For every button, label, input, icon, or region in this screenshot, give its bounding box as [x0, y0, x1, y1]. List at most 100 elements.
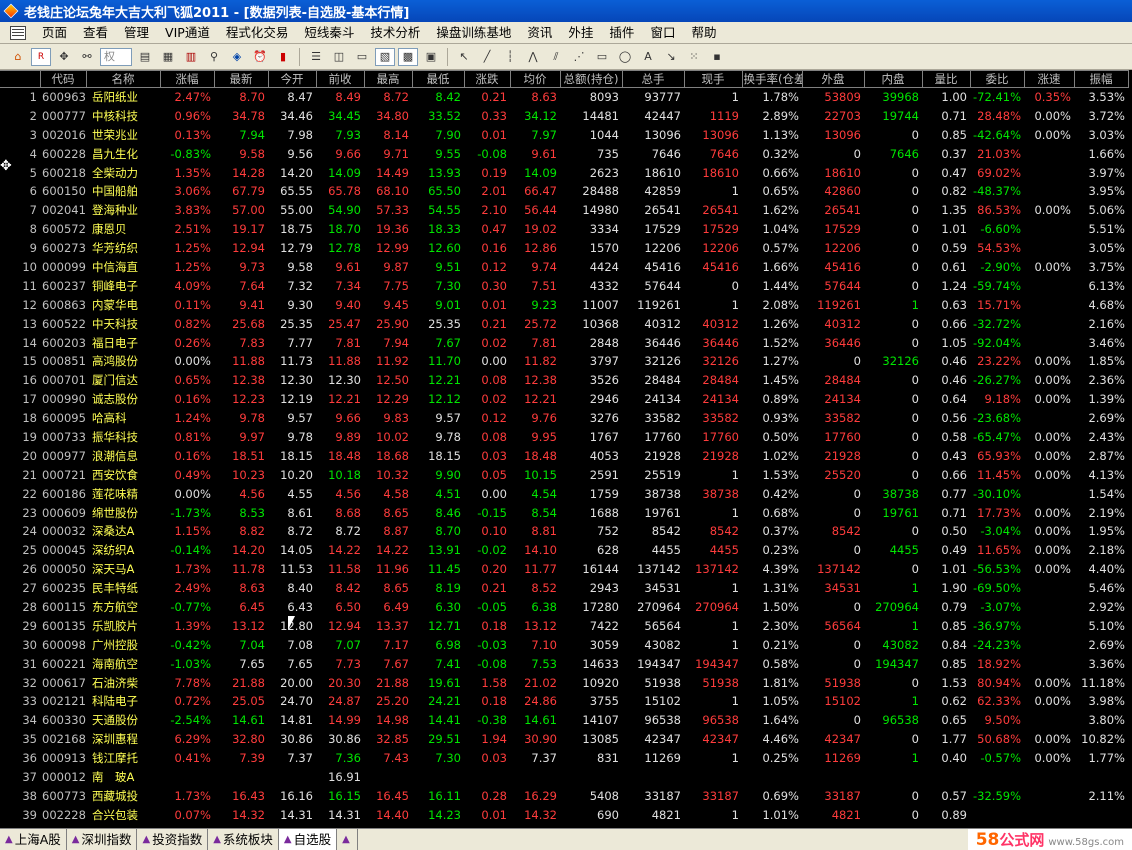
- ellipse-icon[interactable]: ◯: [615, 48, 635, 66]
- table-row[interactable]: 4 600228 昌九生化 -0.83% 9.58 9.56 9.66 9.71 9.55 -0.…: [0, 144, 1128, 163]
- table-row[interactable]: 17 000990 诚志股份 0.16% 12.23 12.19 12.21 12.29 12.…: [0, 390, 1128, 409]
- table-row[interactable]: 3 002016 世荣兆业 0.13% 7.94 7.98 7.93 8.14 7.90 0.01…: [0, 125, 1128, 144]
- grid-icon[interactable]: ▦: [158, 48, 178, 66]
- menu-page[interactable]: 页面: [34, 23, 75, 43]
- table-row[interactable]: 21 000721 西安饮食 0.49% 10.23 10.20 10.18 10.32 9.9…: [0, 465, 1128, 484]
- table-row[interactable]: 20 000977 浪潮信息 0.16% 18.51 18.15 18.48 18.68 18.…: [0, 446, 1128, 465]
- table-row[interactable]: 31 600221 海南航空 -1.03% 7.65 7.65 7.73 7.67 7.41 -0…: [0, 654, 1128, 673]
- save-icon[interactable]: ▪: [707, 48, 727, 66]
- table-row[interactable]: 38 600773 西藏城投 1.73% 16.43 16.16 16.15 16.45 16.…: [0, 786, 1128, 805]
- table-row[interactable]: 10 000099 中信海直 1.25% 9.73 9.58 9.61 9.87 9.51 0.1…: [0, 258, 1128, 277]
- right-combo[interactable]: 权: [100, 47, 132, 66]
- col-code[interactable]: 代码: [40, 70, 87, 88]
- table-row[interactable]: 30 600098 广州控股 -0.42% 7.04 7.08 7.07 7.17 6.98 -0…: [0, 635, 1128, 654]
- line-draw-icon[interactable]: ╱: [477, 48, 497, 66]
- col-open[interactable]: 今开: [268, 70, 317, 88]
- table-row[interactable]: 24 000032 深桑达A 1.15% 8.82 8.72 8.72 8.87 8.70 0.1…: [0, 522, 1128, 541]
- col-amplitude[interactable]: 振幅: [1074, 70, 1129, 88]
- parallel-icon[interactable]: ⋰: [569, 48, 589, 66]
- table-row[interactable]: 6 600150 中国船舶 3.06% 67.79 65.55 65.78 68.10 65.5…: [0, 182, 1128, 201]
- table-row[interactable]: 27 600235 民丰特纸 2.49% 8.63 8.40 8.42 8.65 8.19 0.2…: [0, 579, 1128, 598]
- menu-view[interactable]: 查看: [75, 23, 116, 43]
- tab-more[interactable]: ▲: [337, 829, 358, 850]
- table-icon[interactable]: ▩: [398, 47, 418, 66]
- book-icon[interactable]: ▥: [181, 48, 201, 66]
- col-vol-ratio[interactable]: 量比: [922, 70, 971, 88]
- dotted-grid-icon[interactable]: ⁙: [684, 48, 704, 66]
- col-high[interactable]: 最高: [364, 70, 413, 88]
- kline-icon[interactable]: ▧: [375, 47, 395, 66]
- col-change[interactable]: 涨跌: [464, 70, 511, 88]
- col-prev-close[interactable]: 前收: [316, 70, 365, 88]
- col-cur-volume[interactable]: 现手: [684, 70, 743, 88]
- crosshair-icon[interactable]: ✥: [54, 48, 74, 66]
- menu-manage[interactable]: 管理: [116, 23, 157, 43]
- rectangle-icon[interactable]: ▭: [592, 48, 612, 66]
- list-icon[interactable]: ☰: [306, 48, 326, 66]
- col-amount[interactable]: 总额(持仓): [560, 70, 623, 88]
- table-row[interactable]: 26 000050 深天马A 1.73% 11.78 11.53 11.58 11.96 11.…: [0, 560, 1128, 579]
- menu-short-term[interactable]: 短线秦斗: [296, 23, 362, 43]
- table-row[interactable]: 2 000777 中核科技 0.96% 34.78 34.46 34.45 34.80 33.5…: [0, 106, 1128, 125]
- table-row[interactable]: 7 002041 登海种业 3.83% 57.00 55.00 54.90 57.33 54.5…: [0, 201, 1128, 220]
- tab-system-sector[interactable]: ▲ 系统板块: [208, 829, 279, 850]
- menu-training[interactable]: 操盘训练基地: [428, 23, 519, 43]
- col-last[interactable]: 最新: [214, 70, 269, 88]
- table-row[interactable]: 37 000012 南 玻A 16.91: [0, 768, 1128, 787]
- tab-shenzhen-index[interactable]: ▲ 深圳指数: [67, 829, 138, 850]
- table-row[interactable]: 39 002228 合兴包装 0.07% 14.32 14.31 14.31 14.40 14.…: [0, 805, 1128, 824]
- table-row[interactable]: 32 000617 石油济柴 7.78% 21.88 20.00 20.30 21.88 19.…: [0, 673, 1128, 692]
- menu-addons[interactable]: 外挂: [560, 23, 601, 43]
- search-icon[interactable]: ⚲: [204, 48, 224, 66]
- menu-plugins[interactable]: 插件: [601, 23, 642, 43]
- mini-chart-icon[interactable]: ▣: [421, 48, 441, 66]
- bars-icon[interactable]: ▮: [273, 48, 293, 66]
- menu-help[interactable]: 帮助: [683, 23, 724, 43]
- col-name[interactable]: 名称: [86, 70, 161, 88]
- shield-icon[interactable]: ◈: [227, 48, 247, 66]
- table-row[interactable]: 19 000733 振华科技 0.81% 9.97 9.78 9.89 10.02 9.78 0.…: [0, 428, 1128, 447]
- table-row[interactable]: 25 000045 深纺织A -0.14% 14.20 14.05 14.22 14.22 13…: [0, 541, 1128, 560]
- menu-tech-analysis[interactable]: 技术分析: [362, 23, 428, 43]
- rsi-icon[interactable]: R: [31, 47, 51, 66]
- table-row[interactable]: 8 600572 康恩贝 2.51% 19.17 18.75 18.70 19.36 18.33…: [0, 220, 1128, 239]
- document-icon[interactable]: [10, 25, 26, 40]
- table-row[interactable]: 12 600863 内蒙华电 0.11% 9.41 9.30 9.40 9.45 9.01 0.0…: [0, 295, 1128, 314]
- col-inner[interactable]: 内盘: [864, 70, 923, 88]
- tab-watchlist[interactable]: ▲ 自选股: [278, 829, 338, 850]
- col-bid-ratio[interactable]: 委比: [970, 70, 1025, 88]
- table-row[interactable]: 1 600963 岳阳纸业 2.47% 8.70 8.47 8.49 8.72 8.42 0.21…: [0, 87, 1128, 107]
- col-outer[interactable]: 外盘: [802, 70, 865, 88]
- table-row[interactable]: 15 000851 高鸿股份 0.00% 11.88 11.73 11.88 11.92 11.…: [0, 352, 1128, 371]
- table-row[interactable]: 23 000609 绵世股份 -1.73% 8.53 8.61 8.68 8.65 8.46 -0…: [0, 503, 1128, 522]
- col-volume[interactable]: 总手: [622, 70, 685, 88]
- window-icon[interactable]: ▭: [352, 48, 372, 66]
- table-row[interactable]: 18 600095 哈高科 1.24% 9.78 9.57 9.66 9.83 9.57 0.12…: [0, 409, 1128, 428]
- col-change-pct[interactable]: 涨幅: [160, 70, 215, 88]
- table-row[interactable]: 13 600522 中天科技 0.82% 25.68 25.35 25.47 25.90 25.…: [0, 314, 1128, 333]
- table-row[interactable]: 16 000701 厦门信达 0.65% 12.38 12.30 12.30 12.50 12.…: [0, 371, 1128, 390]
- table-row[interactable]: 14 600203 福日电子 0.26% 7.83 7.77 7.81 7.94 7.67 0.0…: [0, 333, 1128, 352]
- tab-investment-index[interactable]: ▲ 投资指数: [137, 829, 209, 850]
- channel-icon[interactable]: ⫽: [546, 48, 566, 66]
- col-speed[interactable]: 涨速: [1024, 70, 1075, 88]
- arrow-icon[interactable]: ↘: [661, 48, 681, 66]
- menu-vip[interactable]: VIP通道: [157, 23, 218, 43]
- col-turnover[interactable]: 换手率(仓差): [742, 70, 803, 88]
- table-row[interactable]: 35 002168 深圳惠程 6.29% 32.80 30.86 30.86 32.85 29.…: [0, 730, 1128, 749]
- col-low[interactable]: 最低: [412, 70, 465, 88]
- menu-program-trading[interactable]: 程式化交易: [218, 23, 297, 43]
- table-row[interactable]: 29 600135 乐凯胶片 1.39% 13.12 12.80 12.94 13.37 12.…: [0, 616, 1128, 635]
- tab-shanghai-a[interactable]: ▲ 上海A股: [0, 829, 67, 850]
- pointer-icon[interactable]: ↖: [454, 48, 474, 66]
- menu-window[interactable]: 窗口: [642, 23, 683, 43]
- vertical-lines-icon[interactable]: ┆: [500, 48, 520, 66]
- table-row[interactable]: 22 600186 莲花味精 0.00% 4.56 4.55 4.56 4.58 4.51 0.0…: [0, 484, 1128, 503]
- table-row[interactable]: 9 600273 华芳纺织 1.25% 12.94 12.79 12.78 12.99 12.6…: [0, 239, 1128, 258]
- table-row[interactable]: 33 002121 科陆电子 0.72% 25.05 24.70 24.87 25.20 24.…: [0, 692, 1128, 711]
- split-icon[interactable]: ◫: [329, 48, 349, 66]
- menu-news[interactable]: 资讯: [519, 23, 560, 43]
- chart-icon[interactable]: ▤: [135, 48, 155, 66]
- table-row[interactable]: 28 600115 东方航空 -0.77% 6.45 6.43 6.50 6.49 6.30 -0…: [0, 598, 1128, 617]
- table-row[interactable]: 36 000913 钱江摩托 0.41% 7.39 7.37 7.36 7.43 7.30 0.0…: [0, 749, 1128, 768]
